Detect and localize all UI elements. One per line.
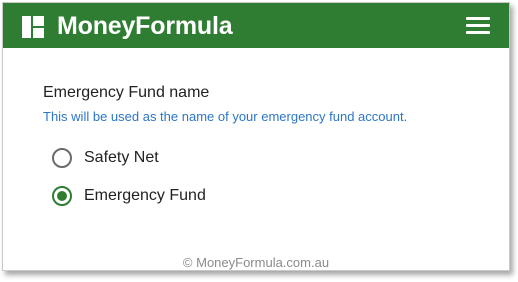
option-label: Emergency Fund [84,187,206,204]
question-title: Emergency Fund name [43,84,210,101]
option-emergency-fund[interactable]: Emergency Fund [52,184,206,208]
footer-copyright: © MoneyFormula.com.au [182,255,330,270]
hamburger-menu-icon[interactable] [466,17,490,35]
option-safety-net[interactable]: Safety Net [52,146,159,170]
option-label: Safety Net [84,149,159,166]
app-card: MoneyFormula Emergency Fund name This wi… [2,2,510,271]
radio-checked[interactable] [52,186,72,206]
radio-dot-icon [57,191,67,201]
brand-name: MoneyFormula [57,12,233,40]
question-help-text: This will be used as the name of your em… [43,109,408,124]
radio-unchecked[interactable] [52,148,72,168]
app-header: MoneyFormula [3,3,509,48]
grid-logo-icon [22,16,44,38]
